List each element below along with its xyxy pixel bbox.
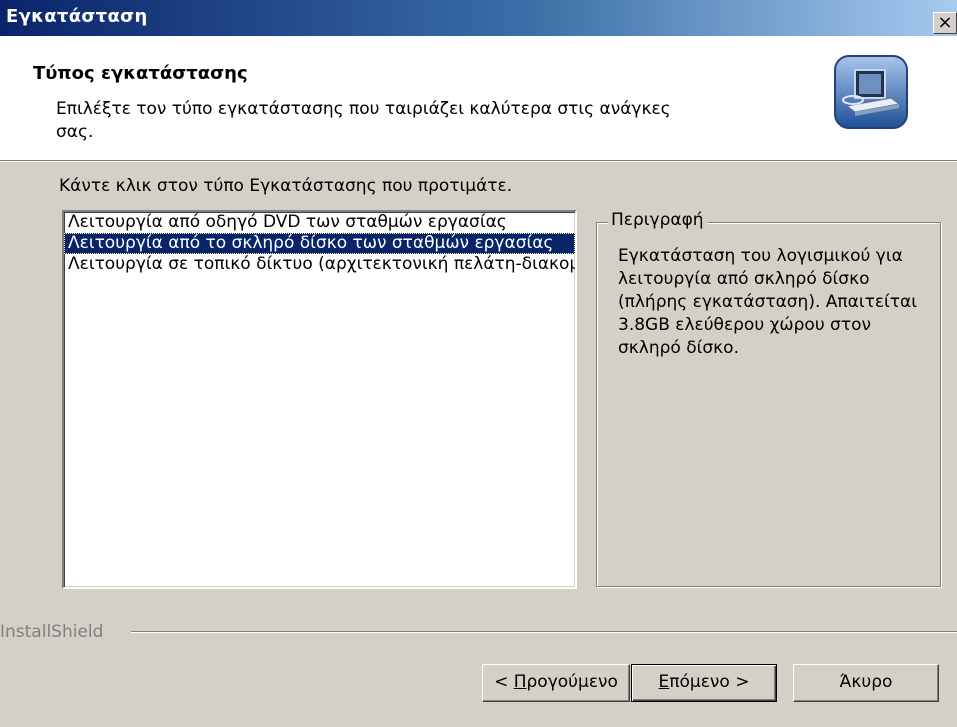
next-button[interactable]: Επόμενο > bbox=[631, 664, 777, 702]
back-button[interactable]: < Προγούμενο bbox=[482, 664, 630, 702]
page-description: Επιλέξτε τον τύπο εγκατάστασης που ταιρι… bbox=[56, 99, 671, 142]
setup-computer-icon bbox=[834, 55, 908, 129]
header-separator-highlight bbox=[0, 161, 957, 162]
description-legend: Περιγραφή bbox=[608, 210, 707, 230]
window-title: Εγκατάσταση bbox=[6, 6, 148, 27]
setup-type-network[interactable]: Λειτουργία σε τοπικό δίκτυο (αρχιτεκτονι… bbox=[64, 254, 575, 275]
installshield-label: InstallShield bbox=[0, 622, 104, 642]
title-bar: Εγκατάσταση × bbox=[0, 0, 957, 36]
setup-type-hard-disk[interactable]: Λειτουργία από το σκληρό δίσκο των σταθμ… bbox=[64, 233, 575, 254]
close-icon: × bbox=[937, 12, 953, 33]
close-button[interactable]: × bbox=[933, 12, 957, 34]
page-title: Τύπος εγκατάστασης bbox=[33, 63, 248, 84]
description-text: Εγκατάσταση του λογισμικού για λειτουργί… bbox=[618, 246, 917, 358]
instruction-text: Κάντε κλικ στον τύπο Εγκατάστασης που πρ… bbox=[59, 176, 513, 196]
cancel-button[interactable]: Άκυρο bbox=[793, 664, 939, 702]
setup-type-list[interactable]: Λειτουργία από οδηγό DVD των σταθμών εργ… bbox=[62, 210, 577, 589]
footer-separator-highlight bbox=[131, 632, 957, 633]
wizard-header: Τύπος εγκατάστασης Επιλέξτε τον τύπο εγκ… bbox=[0, 36, 957, 160]
setup-type-dvd[interactable]: Λειτουργία από οδηγό DVD των σταθμών εργ… bbox=[64, 212, 575, 233]
